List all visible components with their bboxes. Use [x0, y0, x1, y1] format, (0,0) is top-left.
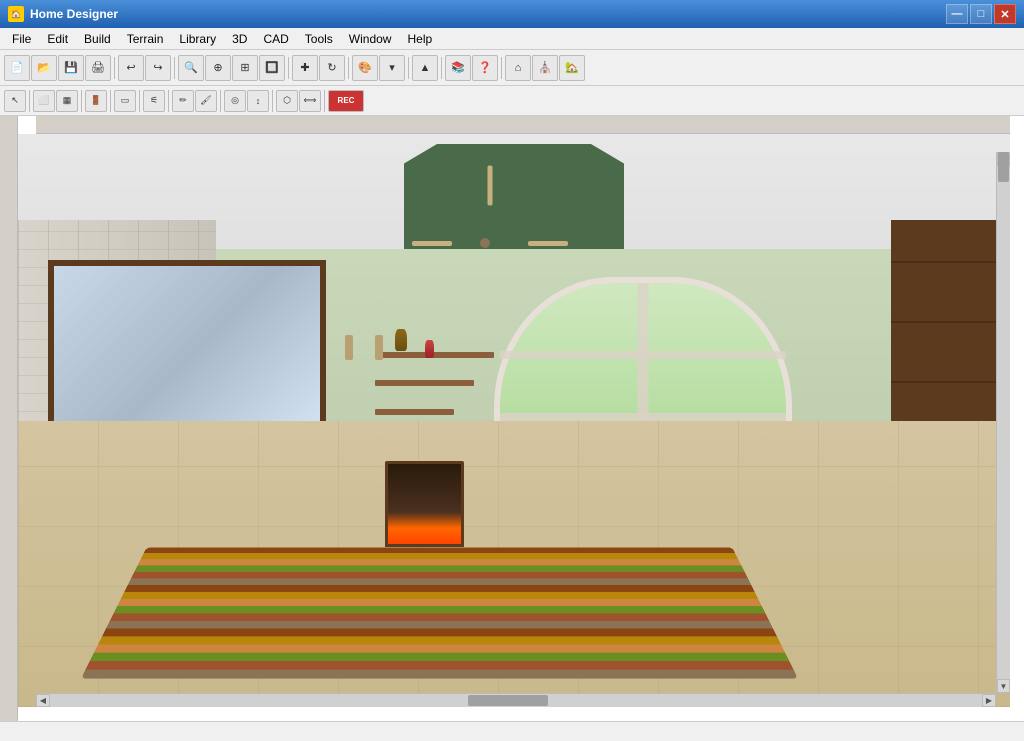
scroll-thumb-horizontal[interactable] [468, 695, 548, 706]
sep-t2-1 [29, 90, 30, 112]
menu-item-tools[interactable]: Tools [297, 28, 341, 49]
vase-1 [395, 329, 407, 351]
maximize-button[interactable]: □ [970, 4, 992, 24]
rec-button[interactable]: REC [328, 90, 364, 112]
redo-button[interactable]: ↪ [145, 55, 171, 81]
shelf-middle [375, 380, 474, 386]
scrollbar-vertical[interactable]: ▲ ▼ [996, 152, 1010, 693]
sconce-right [375, 335, 383, 360]
room-tool[interactable]: ▦ [56, 90, 78, 112]
menu-item-3d[interactable]: 3D [224, 28, 255, 49]
help-button[interactable]: ❓ [472, 55, 498, 81]
open-button[interactable]: 📂 [31, 55, 57, 81]
main-area: ▲ ▼ ◀ ▶ [0, 116, 1024, 721]
fan-hub [480, 238, 490, 248]
sep-t2-2 [81, 90, 82, 112]
title-bar: 🏠 Home Designer — □ ✕ [0, 0, 1024, 28]
status-bar [0, 721, 1024, 741]
menu-bar: File Edit Build Terrain Library 3D CAD T… [0, 28, 1024, 50]
window-title: Home Designer [30, 7, 118, 21]
menu-item-cad[interactable]: CAD [255, 28, 296, 49]
materials-drop-button[interactable]: ▾ [379, 55, 405, 81]
area-rug [81, 548, 798, 679]
sep-t2-3 [110, 90, 111, 112]
color-tool[interactable]: 🖌 [195, 90, 217, 112]
zoom-window-button[interactable]: 🔲 [259, 55, 285, 81]
house-view-button[interactable]: ⌂ [505, 55, 531, 81]
scrollbar-horizontal[interactable]: ◀ ▶ [36, 693, 996, 707]
3d-view-button[interactable]: 🏡 [559, 55, 585, 81]
app-icon: 🏠 [8, 6, 24, 22]
sep-4 [348, 57, 349, 79]
sep-t2-4 [139, 90, 140, 112]
rotate-button[interactable]: ↻ [319, 55, 345, 81]
sep-5 [408, 57, 409, 79]
catalog-button[interactable]: 📚 [445, 55, 471, 81]
sep-t2-8 [324, 90, 325, 112]
menu-item-file[interactable]: File [4, 28, 39, 49]
object3-tool[interactable]: ⬡ [276, 90, 298, 112]
zoom-fit-button[interactable]: ⊕ [205, 55, 231, 81]
zoom-ext-button[interactable]: ⊞ [232, 55, 258, 81]
door-tool[interactable]: 🚪 [85, 90, 107, 112]
object4-tool[interactable]: ⟺ [299, 90, 321, 112]
fan-blade-2 [487, 165, 492, 205]
materials-button[interactable]: 🎨 [352, 55, 378, 81]
toolbar-main: 📄 📂 💾 🖨 ↩ ↪ 🔍 ⊕ ⊞ 🔲 ✚ ↻ 🎨 ▾ ▲ 📚 ❓ ⌂ ⛪ 🏡 [0, 50, 1024, 86]
pencil-tool[interactable]: ✏ [172, 90, 194, 112]
room-render [18, 134, 1010, 707]
zoom-in-button[interactable]: 🔍 [178, 55, 204, 81]
sep-t2-5 [168, 90, 169, 112]
select-tool[interactable]: ↖ [4, 90, 26, 112]
menu-item-window[interactable]: Window [341, 28, 400, 49]
canvas-wrapper: ▲ ▼ ◀ ▶ [18, 116, 1024, 721]
camera-button[interactable]: ⛪ [532, 55, 558, 81]
sep-6 [441, 57, 442, 79]
close-button[interactable]: ✕ [994, 4, 1016, 24]
sep-2 [174, 57, 175, 79]
vase-2 [425, 340, 434, 358]
new-button[interactable]: 📄 [4, 55, 30, 81]
shelf-bottom [375, 409, 454, 415]
undo-button[interactable]: ↩ [118, 55, 144, 81]
sep-t2-7 [272, 90, 273, 112]
stairs-tool[interactable]: ⚟ [143, 90, 165, 112]
pan-button[interactable]: ✚ [292, 55, 318, 81]
scroll-thumb-vertical[interactable] [998, 152, 1009, 182]
scroll-left-button[interactable]: ◀ [36, 694, 50, 707]
sep-7 [501, 57, 502, 79]
wall-tool[interactable]: ⬜ [33, 90, 55, 112]
object2-tool[interactable]: ↕ [247, 90, 269, 112]
sconce-left [345, 335, 353, 360]
sep-1 [114, 57, 115, 79]
shelf-top [375, 352, 494, 358]
ruler-horizontal [36, 116, 1010, 134]
title-bar-left: 🏠 Home Designer [8, 6, 118, 22]
title-bar-controls: — □ ✕ [946, 4, 1016, 24]
fireplace [385, 461, 464, 547]
print-button[interactable]: 🖨 [85, 55, 111, 81]
menu-item-help[interactable]: Help [399, 28, 440, 49]
scroll-right-button[interactable]: ▶ [982, 694, 996, 707]
menu-item-build[interactable]: Build [76, 28, 119, 49]
minimize-button[interactable]: — [946, 4, 968, 24]
canvas-content[interactable]: ▲ ▼ ◀ ▶ [18, 134, 1010, 707]
sep-t2-6 [220, 90, 221, 112]
fan-blade-3 [528, 241, 568, 246]
menu-item-edit[interactable]: Edit [39, 28, 76, 49]
sep-3 [288, 57, 289, 79]
menu-item-library[interactable]: Library [171, 28, 224, 49]
scroll-down-button[interactable]: ▼ [997, 679, 1010, 693]
object1-tool[interactable]: ◎ [224, 90, 246, 112]
fan-blade-1 [412, 241, 452, 246]
ruler-vertical [0, 116, 18, 721]
toolbar-draw: ↖ ⬜ ▦ 🚪 ▭ ⚟ ✏ 🖌 ◎ ↕ ⬡ ⟺ REC [0, 86, 1024, 116]
menu-item-terrain[interactable]: Terrain [119, 28, 172, 49]
save-button[interactable]: 💾 [58, 55, 84, 81]
navigate-button[interactable]: ▲ [412, 55, 438, 81]
window-tool[interactable]: ▭ [114, 90, 136, 112]
